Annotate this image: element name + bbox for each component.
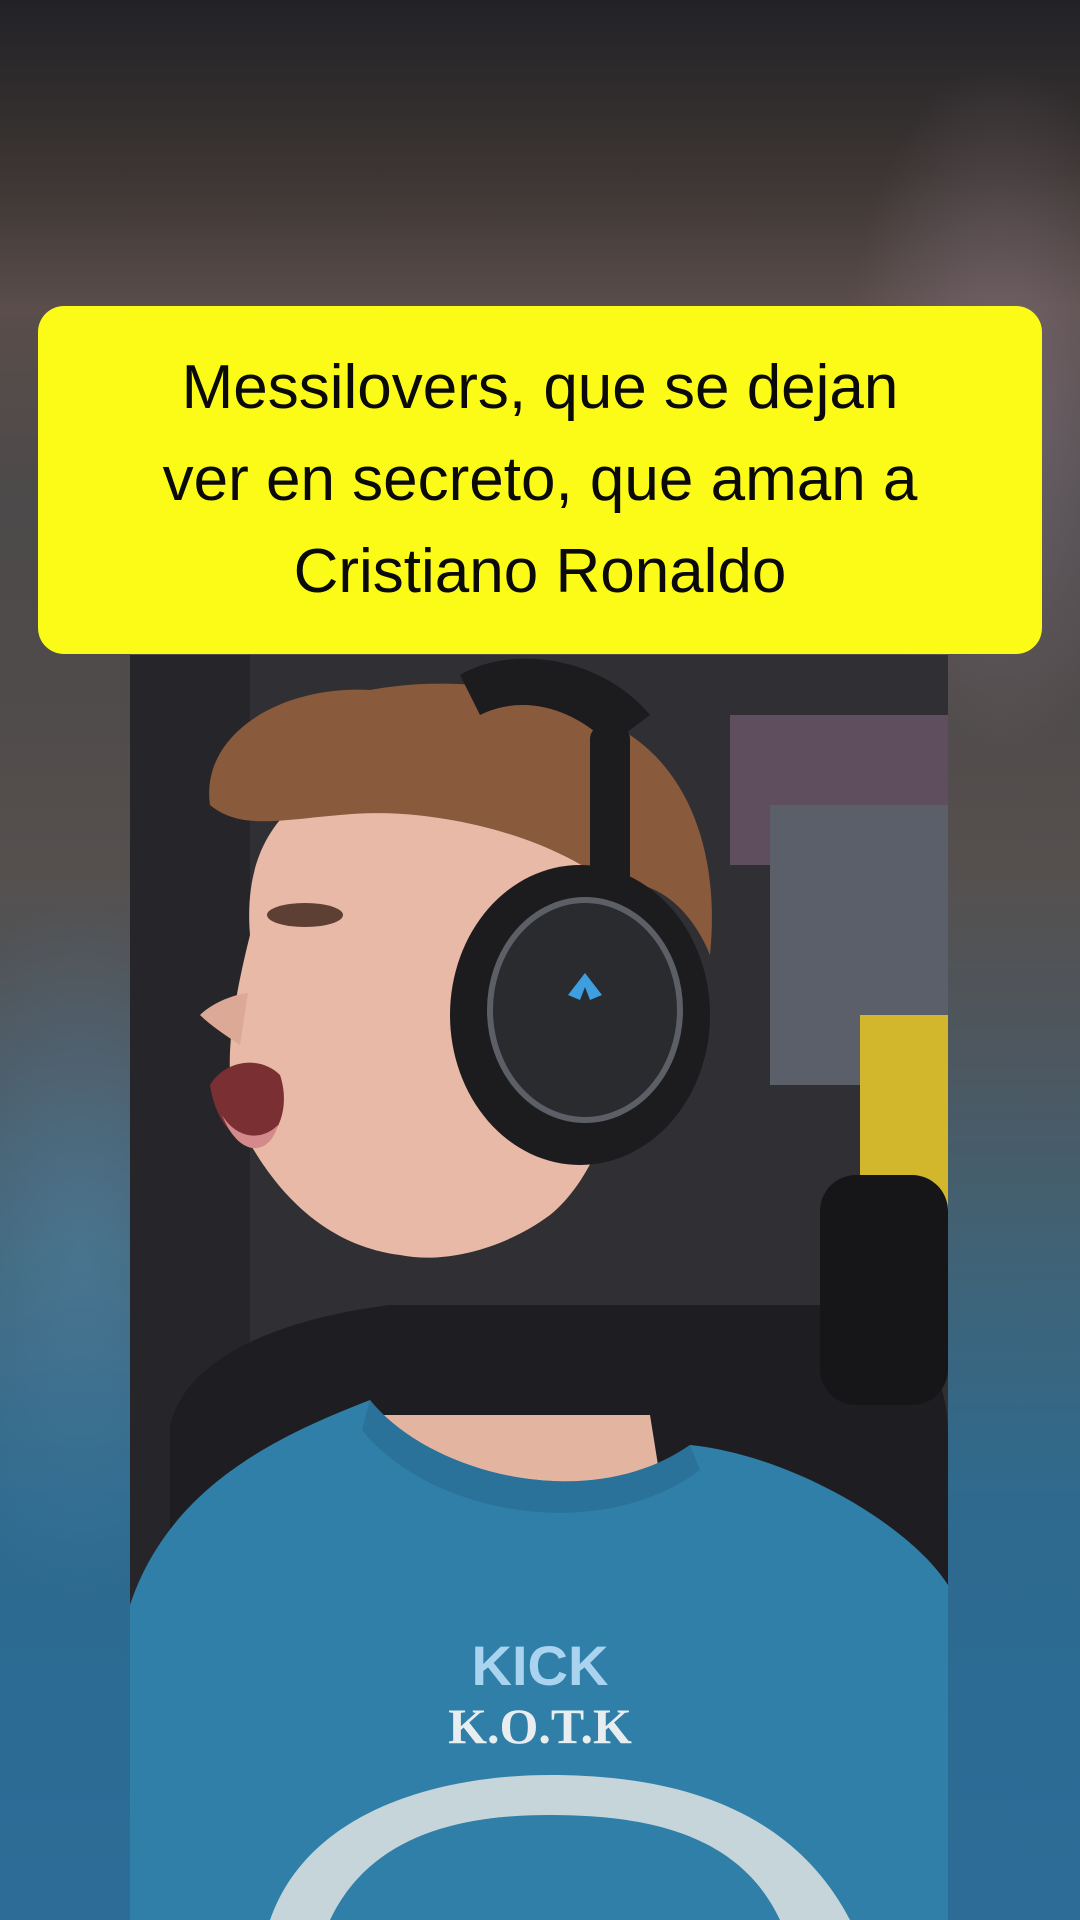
caption-line: Cristiano Ronaldo <box>293 537 787 606</box>
svg-text:KICK: KICK <box>472 1634 609 1697</box>
video-scene: KICK K.O.T.K <box>130 655 948 1920</box>
caption-line: Messilovers, que se dejan <box>181 353 899 422</box>
svg-text:K.O.T.K: K.O.T.K <box>448 1698 632 1754</box>
video-frame[interactable]: KICK K.O.T.K <box>130 655 948 1920</box>
caption-box: Messilovers, que se dejan ver en secreto… <box>38 306 1042 654</box>
video-screen[interactable]: KICK K.O.T.K Messilovers, que se dejan v… <box>0 0 1080 1920</box>
caption-line: ver en secreto, que aman a <box>162 445 918 514</box>
